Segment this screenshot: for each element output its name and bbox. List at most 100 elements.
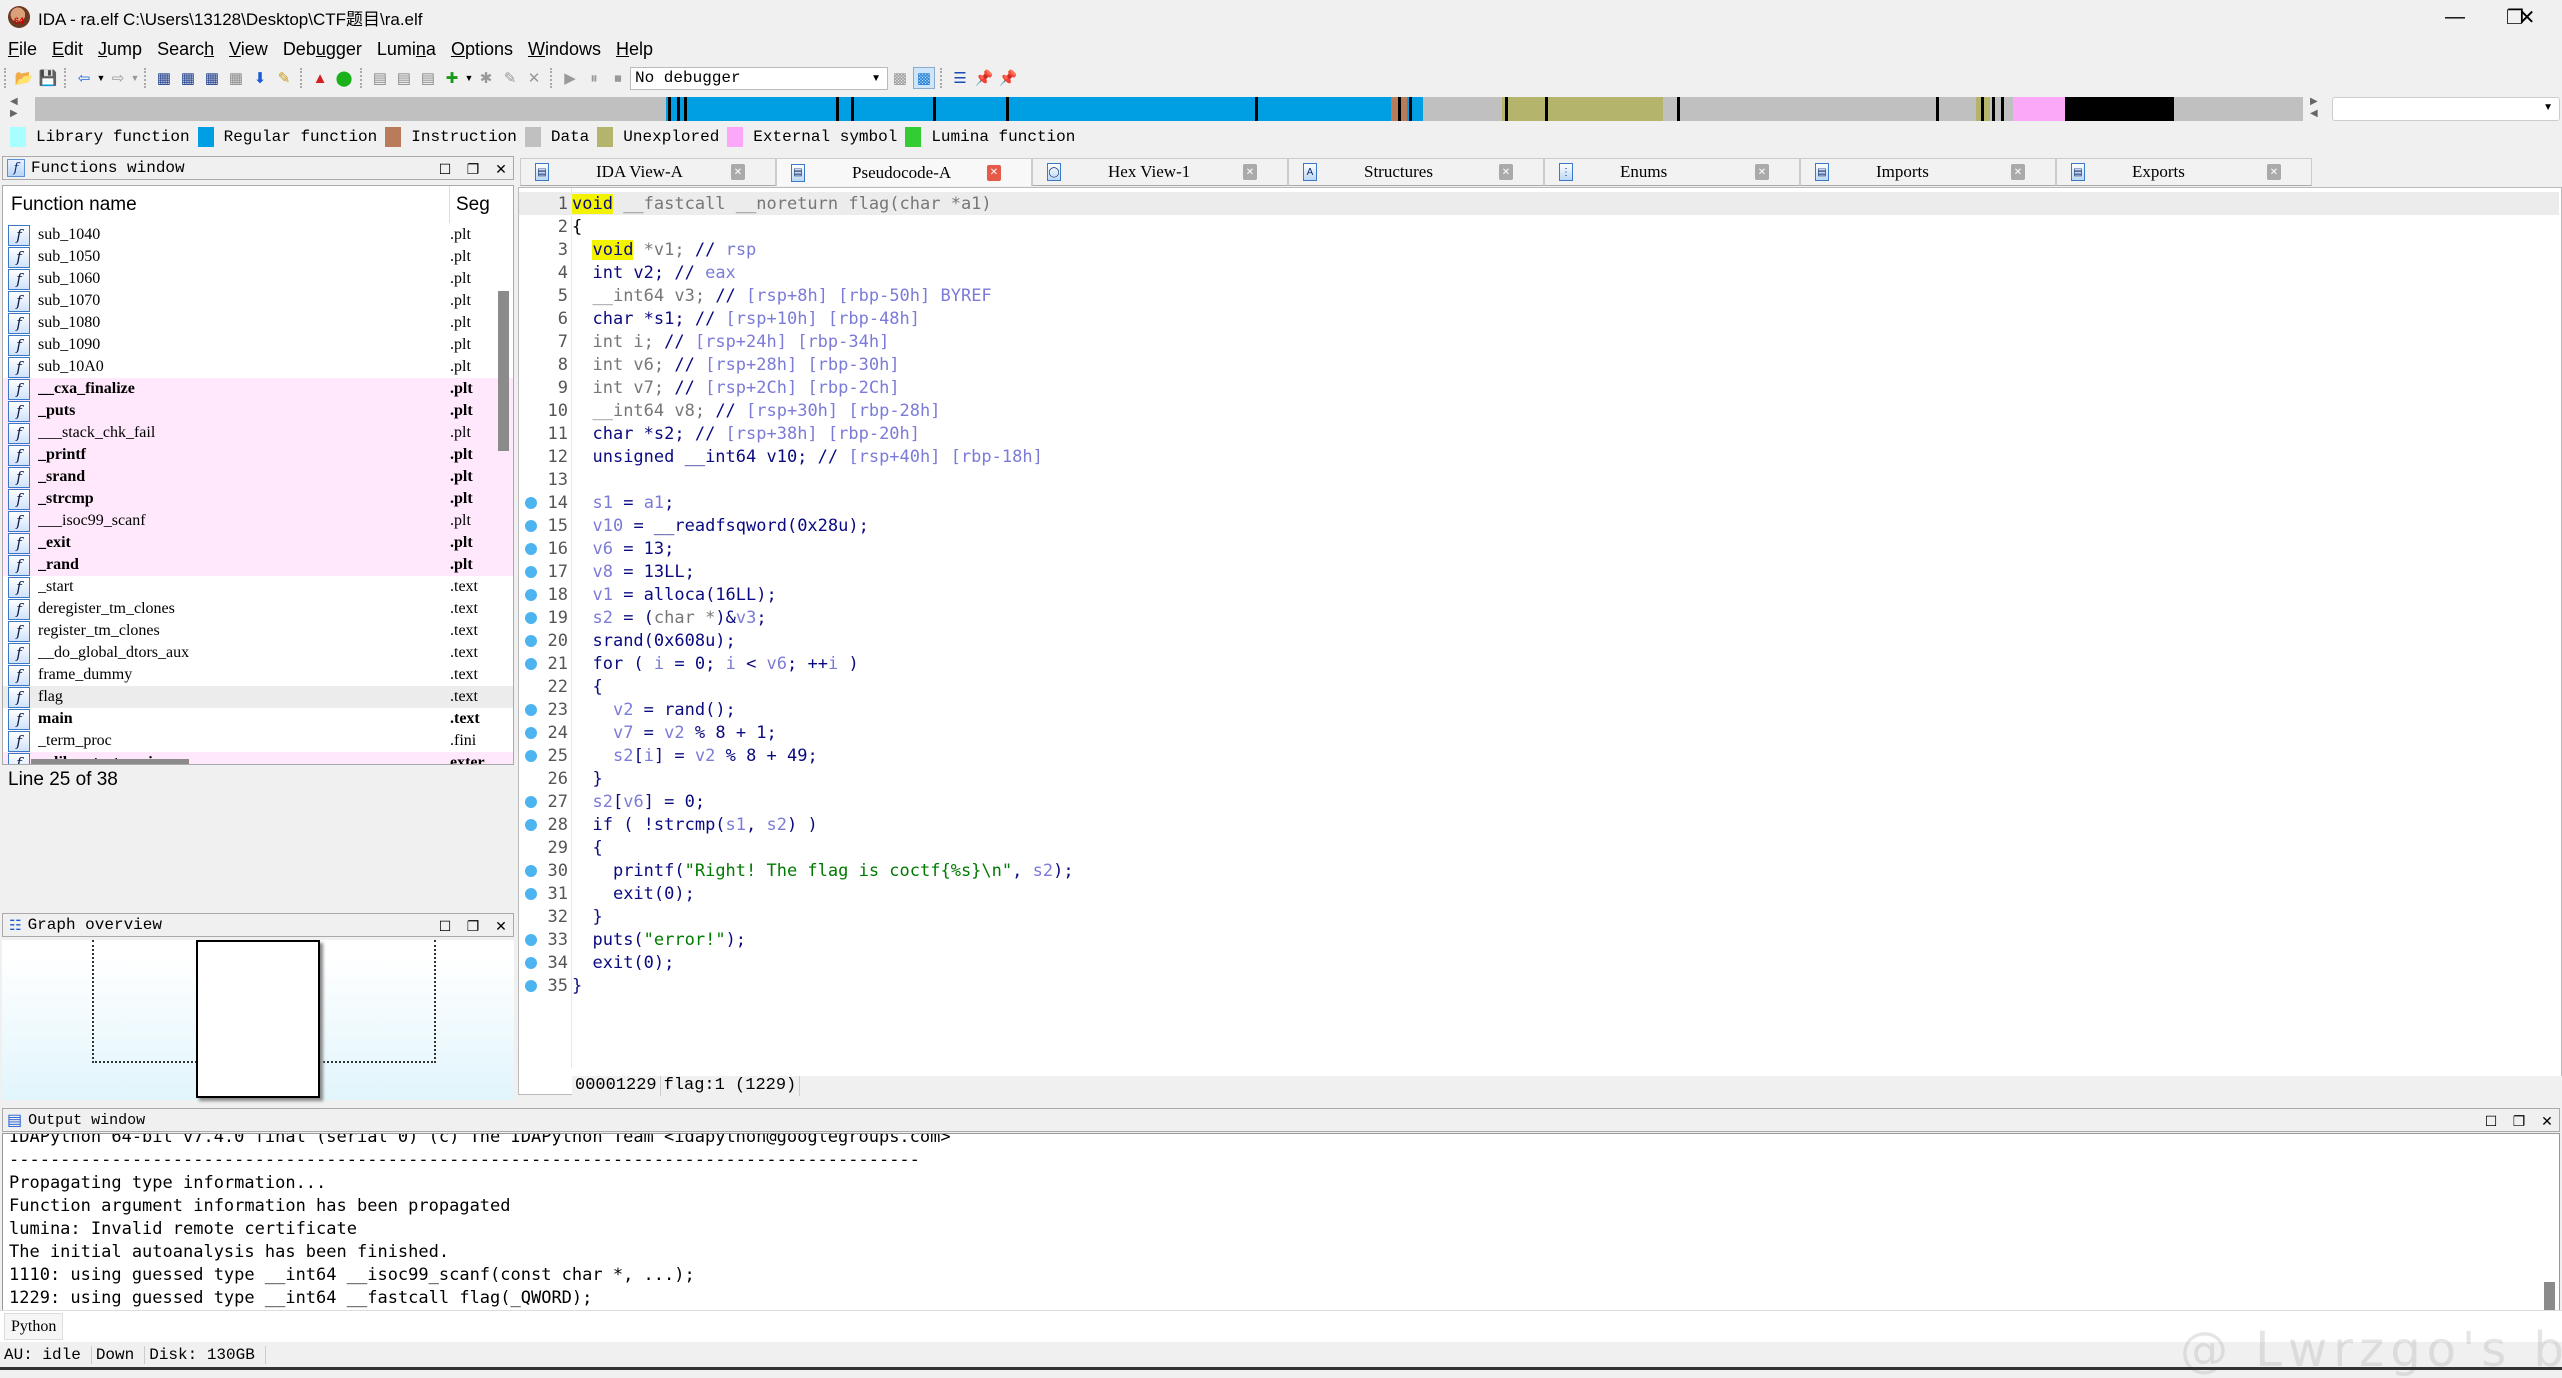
tab-close-icon[interactable]: ✕ — [2011, 164, 2025, 180]
forward-icon[interactable]: ⇨ — [107, 67, 129, 89]
function-row[interactable]: f __do_global_dtors_aux .text — [3, 642, 513, 664]
function-row[interactable]: f flag .text — [3, 686, 513, 708]
code-line[interactable]: 4 int v2; // eax — [519, 261, 2559, 284]
run-to-icon[interactable]: ▩ — [913, 67, 935, 89]
function-row[interactable]: f sub_1070 .plt — [3, 290, 513, 312]
save-icon[interactable]: 💾 — [37, 67, 59, 89]
code-line[interactable]: 35} — [519, 974, 2559, 997]
pin-add-icon[interactable]: 📌 — [973, 67, 995, 89]
search-text-icon[interactable]: ▦ — [177, 67, 199, 89]
stop-icon[interactable]: ⏹ — [607, 67, 629, 89]
column-function-name[interactable]: Function name — [3, 186, 450, 223]
code-line[interactable]: 3 void *v1; // rsp — [519, 238, 2559, 261]
tab-close-icon[interactable]: ✕ — [2267, 164, 2281, 180]
code-line[interactable]: 27 s2[v6] = 0; — [519, 790, 2559, 813]
nav-segment-data[interactable] — [35, 97, 666, 121]
toolbar-grip[interactable] — [64, 68, 68, 88]
tab-exports[interactable]: ▤ Exports ✕ — [2056, 158, 2312, 186]
function-row[interactable]: f deregister_tm_clones .text — [3, 598, 513, 620]
python-command-bar[interactable]: Python — [0, 1310, 2562, 1342]
play-icon[interactable]: ▶ — [559, 67, 581, 89]
code-line[interactable]: 29 { — [519, 836, 2559, 859]
code-line[interactable]: 12 unsigned __int64 v10; // [rsp+40h] [r… — [519, 445, 2559, 468]
fix-icon[interactable]: ✱ — [475, 67, 497, 89]
tab-close-icon[interactable]: ✕ — [987, 164, 1001, 181]
function-row[interactable]: f ___isoc99_scanf .plt — [3, 510, 513, 532]
menu-jump[interactable]: Jump — [90, 39, 149, 60]
code-line[interactable]: 17 v8 = 13LL; — [519, 560, 2559, 583]
code-line[interactable]: 1 void __fastcall __noreturn flag(char *a… — [519, 192, 2559, 215]
add-icon[interactable]: ✚ — [441, 67, 463, 89]
struct-icon[interactable]: ▤ — [417, 67, 439, 89]
code-line[interactable]: 23 v2 = rand(); — [519, 698, 2559, 721]
green-dot-icon[interactable]: ⬤ — [333, 67, 355, 89]
function-row[interactable]: f _puts .plt — [3, 400, 513, 422]
tab-ida-view-a[interactable]: ▤ IDA View-A ✕ — [520, 158, 776, 186]
code-line[interactable]: 11 char *s2; // [rsp+38h] [rbp-20h] — [519, 422, 2559, 445]
graph-overview-canvas[interactable] — [2, 940, 514, 1100]
menu-edit[interactable]: Edit — [44, 39, 90, 60]
function-row[interactable]: f _rand .plt — [3, 554, 513, 576]
menu-lumina[interactable]: Lumina — [369, 39, 443, 60]
toolbar-grip[interactable] — [4, 68, 8, 88]
step-icon[interactable]: ▩ — [889, 67, 911, 89]
close-icon[interactable]: ✕ — [489, 159, 513, 179]
forward-dropdown-icon[interactable]: ▼ — [130, 73, 140, 83]
search-hex-icon[interactable]: ▦ — [153, 67, 175, 89]
nav-segment-data[interactable] — [2173, 97, 2303, 121]
code-line[interactable]: 14 s1 = a1; — [519, 491, 2559, 514]
function-row[interactable]: f sub_1090 .plt — [3, 334, 513, 356]
menu-options[interactable]: Options — [443, 39, 520, 60]
maximize-icon[interactable]: ☐ — [2479, 1111, 2503, 1131]
code-line[interactable]: 32 } — [519, 905, 2559, 928]
float-icon[interactable]: ❐ — [2507, 1111, 2531, 1131]
maximize-icon[interactable]: ☐ — [433, 159, 457, 179]
code-line[interactable]: 6 char *s1; // [rsp+10h] [rbp-48h] — [519, 307, 2559, 330]
code-line[interactable]: 25 s2[i] = v2 % 8 + 49; — [519, 744, 2559, 767]
toolbar-grip[interactable] — [550, 68, 554, 88]
code-line[interactable]: 22 { — [519, 675, 2559, 698]
nav-segment-external[interactable] — [2012, 97, 2065, 121]
pin-remove-icon[interactable]: 📌 — [997, 67, 1019, 89]
data-icon[interactable]: ▤ — [393, 67, 415, 89]
pause-icon[interactable]: ⏸ — [583, 67, 605, 89]
nav-right-arrows[interactable]: ▶ ◀ — [2310, 96, 2318, 120]
function-row[interactable]: f __cxa_finalize .plt — [3, 378, 513, 400]
function-row[interactable]: f _term_proc .fini — [3, 730, 513, 752]
code-line[interactable]: 24 v7 = v2 % 8 + 1; — [519, 721, 2559, 744]
nav-segment-data[interactable] — [1423, 97, 1503, 121]
function-row[interactable]: f sub_1050 .plt — [3, 246, 513, 268]
code-line[interactable]: 34 exit(0); — [519, 951, 2559, 974]
jump-down-icon[interactable]: ⬇ — [249, 67, 271, 89]
code-icon[interactable]: ▤ — [369, 67, 391, 89]
code-line[interactable]: 21 for ( i = 0; i < v6; ++i ) — [519, 652, 2559, 675]
tab-imports[interactable]: ▤ Imports ✕ — [1800, 158, 2056, 186]
menu-debugger[interactable]: Debugger — [275, 39, 369, 60]
close-button[interactable]: ✕ — [2492, 0, 2562, 34]
open-icon[interactable]: 📂 — [13, 67, 35, 89]
menu-help[interactable]: Help — [608, 39, 660, 60]
nav-segment-black[interactable] — [2064, 97, 2174, 121]
code-line[interactable]: 20 srand(0x608u); — [519, 629, 2559, 652]
function-row[interactable]: f ___stack_chk_fail .plt — [3, 422, 513, 444]
back-icon[interactable]: ⇦ — [73, 67, 95, 89]
nav-left-arrows[interactable]: ◀ ▶ — [10, 96, 24, 120]
code-line[interactable]: 10 __int64 v8; // [rsp+30h] [rbp-28h] — [519, 399, 2559, 422]
function-row[interactable]: f sub_1080 .plt — [3, 312, 513, 334]
tab-close-icon[interactable]: ✕ — [1755, 164, 1769, 180]
list-icon[interactable]: ☰ — [949, 67, 971, 89]
function-row[interactable]: f register_tm_clones .text — [3, 620, 513, 642]
tab-close-icon[interactable]: ✕ — [1243, 164, 1257, 180]
tab-close-icon[interactable]: ✕ — [1499, 164, 1513, 180]
menu-windows[interactable]: Windows — [520, 39, 608, 60]
tab-hex-view-1[interactable]: ◯ Hex View-1 ✕ — [1032, 158, 1288, 186]
menu-file[interactable]: File — [0, 39, 44, 60]
python-language-button[interactable]: Python — [4, 1313, 64, 1340]
lock-icon[interactable]: ✎ — [273, 67, 295, 89]
function-row[interactable]: f frame_dummy .text — [3, 664, 513, 686]
code-line[interactable]: 15 v10 = __readfsqword(0x28u); — [519, 514, 2559, 537]
function-row[interactable]: f sub_10A0 .plt — [3, 356, 513, 378]
code-line[interactable]: 13 — [519, 468, 2559, 491]
code-line[interactable]: 9 int v7; // [rsp+2Ch] [rbp-2Ch] — [519, 376, 2559, 399]
function-row[interactable]: f _start .text — [3, 576, 513, 598]
